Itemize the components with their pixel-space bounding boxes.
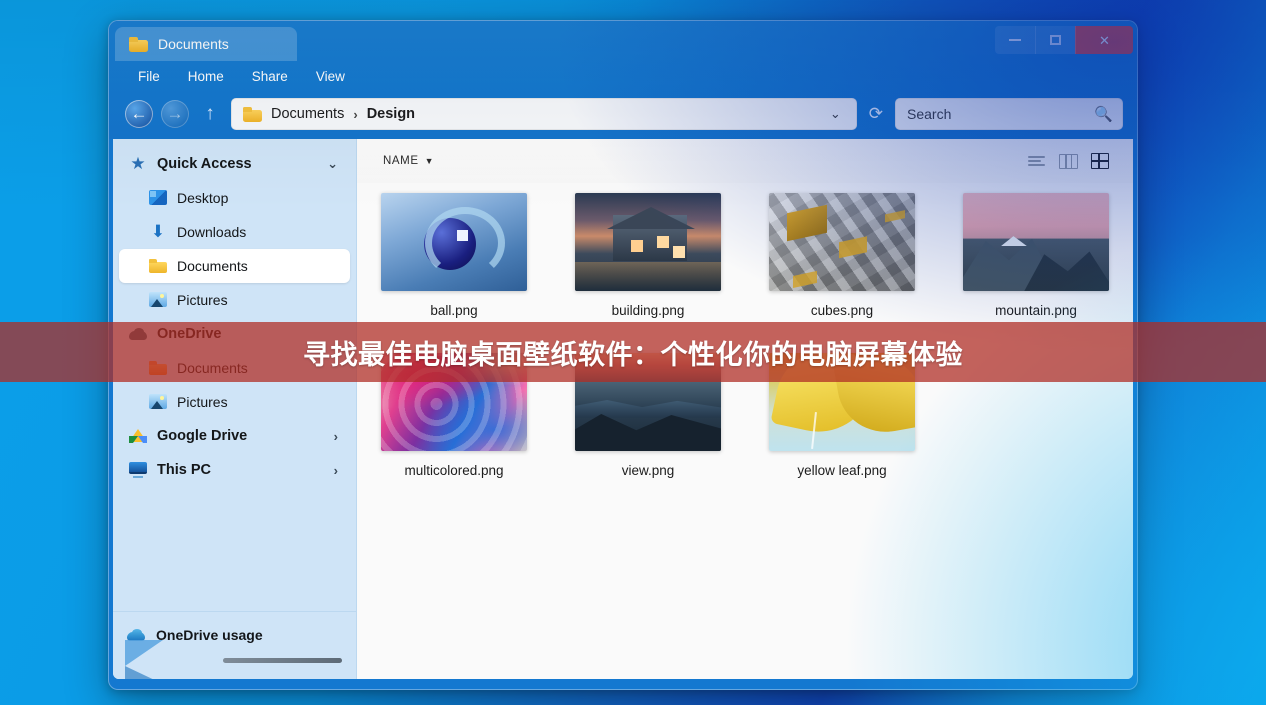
address-bar: ← → ↑ Documents › Design ⌄ ⟳ Search 🔍 [109,91,1137,137]
file-item[interactable]: mountain.png [939,193,1133,323]
file-item[interactable]: ball.png [357,193,551,323]
onedrive-usage-progress [223,658,342,663]
file-thumbnail[interactable] [769,193,915,291]
window-chrome: Documents ✕ File Home Share View ← → ↑ D… [109,21,1137,139]
navigation-sidebar: ★ Quick Access ⌄ Desktop ⬇ Downloads Doc… [113,139,357,679]
star-icon: ★ [130,154,146,173]
file-thumbnail[interactable] [963,193,1109,291]
content-header: NAME ▼ [357,139,1133,183]
explorer-tab-documents[interactable]: Documents [115,27,297,61]
breadcrumb-separator: › [353,106,358,122]
menu-bar: File Home Share View [109,61,1137,91]
chevron-right-icon[interactable]: › [334,463,338,478]
sidebar-item-desktop[interactable]: Desktop [119,181,350,215]
file-name: view.png [621,463,675,478]
tab-label: Documents [158,36,229,52]
breadcrumb-folder-icon [243,106,262,122]
sidebar-label-desktop: Desktop [177,190,229,206]
file-content-area: NAME ▼ ball.png building.png cubes.png m… [357,139,1133,679]
breadcrumb-segment-documents[interactable]: Documents [271,106,344,122]
file-thumbnail[interactable] [381,193,527,291]
file-name: cubes.png [810,303,874,318]
view-mode-group [1027,152,1111,170]
sidebar-label-documents: Documents [177,258,248,274]
sidebar-label-pictures: Pictures [177,292,228,308]
chevron-down-icon[interactable]: ⌄ [822,106,849,122]
desktop-icon [149,189,167,207]
file-item[interactable]: cubes.png [745,193,939,323]
back-button[interactable]: ← [125,100,153,128]
sidebar-label-quick-access: Quick Access [157,156,252,172]
chevron-down-icon[interactable]: ⌄ [327,156,338,172]
onedrive-usage-progress-fill [223,658,342,663]
search-input[interactable]: Search 🔍 [895,98,1123,130]
close-button[interactable]: ✕ [1075,26,1133,54]
folder-icon [149,257,167,275]
window-controls: ✕ [995,26,1133,54]
sidebar-item-downloads[interactable]: ⬇ Downloads [119,215,350,249]
menu-item-share[interactable]: Share [241,66,299,87]
file-name: ball.png [430,303,478,318]
close-icon: ✕ [1099,32,1110,48]
file-name: mountain.png [995,303,1077,318]
menu-item-home[interactable]: Home [177,66,235,87]
sidebar-label-this-pc: This PC [157,462,211,478]
breadcrumb[interactable]: Documents › Design ⌄ [231,98,857,130]
onedrive-usage-section: OneDrive usage [113,612,356,679]
pc-icon [129,461,147,479]
file-name: multicolored.png [404,463,504,478]
file-name: yellow leaf.png [797,463,887,478]
grid-view-icon[interactable] [1091,152,1111,170]
breadcrumb-segment-design[interactable]: Design [367,106,415,122]
google-drive-icon [129,427,147,445]
desktop-background: Documents ✕ File Home Share View ← → ↑ D… [0,0,1266,705]
forward-button[interactable]: → [161,100,189,128]
sidebar-item-onedrive-pictures[interactable]: Pictures [119,385,350,419]
search-icon: 🔍 [1094,106,1113,123]
onedrive-usage-label: OneDrive usage [156,627,263,643]
sort-by-name-button[interactable]: NAME ▼ [383,155,434,167]
sidebar-item-quick-access[interactable]: ★ Quick Access ⌄ [119,147,350,181]
sidebar-label-google-drive: Google Drive [157,428,248,444]
sidebar-item-google-drive[interactable]: Google Drive › [119,419,350,453]
download-icon: ⬇ [150,222,166,241]
menu-item-view[interactable]: View [305,66,356,87]
up-button[interactable]: ↑ [197,100,223,128]
title-bar: Documents ✕ [109,21,1137,61]
file-grid: ball.png building.png cubes.png mountain… [357,183,1133,679]
sidebar-label-downloads: Downloads [177,224,247,240]
sort-arrow-icon: ▼ [424,156,435,166]
window-body: ★ Quick Access ⌄ Desktop ⬇ Downloads Doc… [113,139,1133,679]
sort-label: NAME [383,155,419,167]
refresh-icon[interactable]: ⟳ [865,104,887,124]
overlay-banner-text: 寻找最佳电脑桌面壁纸软件：个性化你的电脑屏幕体验 [303,339,963,371]
file-item[interactable]: building.png [551,193,745,323]
picture-icon [149,393,167,411]
maximize-icon [1050,35,1061,45]
picture-icon [149,291,167,309]
maximize-button[interactable] [1035,26,1075,54]
cursor-pointer-icon [125,640,163,679]
list-view-icon[interactable] [1027,152,1047,170]
sidebar-item-documents[interactable]: Documents [119,249,350,283]
sidebar-item-pictures[interactable]: Pictures [119,283,350,317]
search-placeholder: Search [907,106,952,122]
folder-icon [129,36,148,52]
menu-item-file[interactable]: File [127,66,171,87]
minimize-icon [1009,39,1021,41]
overlay-banner: 寻找最佳电脑桌面壁纸软件：个性化你的电脑屏幕体验 [0,322,1266,382]
chevron-right-icon[interactable]: › [334,429,338,444]
minimize-button[interactable] [995,26,1035,54]
sidebar-label-onedrive-pictures: Pictures [177,394,228,410]
sidebar-item-this-pc[interactable]: This PC › [119,453,350,487]
file-thumbnail[interactable] [575,193,721,291]
file-name: building.png [611,303,685,318]
columns-view-icon[interactable] [1059,152,1079,170]
